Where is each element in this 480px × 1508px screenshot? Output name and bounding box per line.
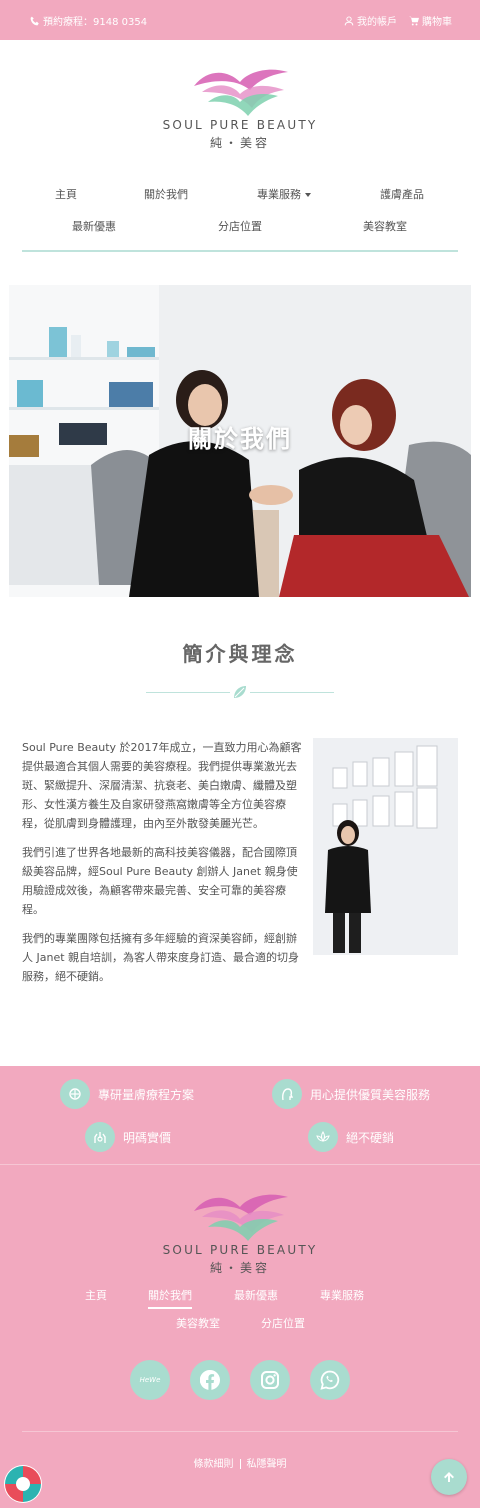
logo-text-en: SOUL PURE BEAUTY [162,118,318,132]
footer-nav-offers[interactable]: 最新優惠 [234,1287,278,1303]
feature-item: 用心提供優質美容服務 [272,1079,430,1109]
feature-label: 用心提供優質美容服務 [310,1087,431,1102]
footer-divider [22,1431,458,1432]
cart-label: 購物車 [422,17,452,28]
privacy-link[interactable]: 私隱聲明 [247,1459,287,1470]
nav-about[interactable]: 關於我們 [144,186,188,202]
instagram-icon [261,1371,279,1389]
chat-widget-icon[interactable] [3,1464,43,1504]
section-divider [146,686,334,698]
account-link[interactable]: 我的帳戶 [344,13,397,28]
feature-item: 明碼實價 [85,1122,171,1152]
feature-label: 絕不硬銷 [346,1130,395,1145]
feature-label: 明碼實價 [123,1130,172,1145]
arrow-up-icon [444,1472,454,1482]
whatsapp-icon [320,1370,340,1390]
logo-text-zh: 純・美容 [209,1261,270,1275]
face-care-icon [272,1079,302,1109]
feature-item: 專研量膚療程方案 [60,1079,194,1109]
leaf-icon [234,686,246,698]
logo-text-zh: 純・美容 [209,136,270,150]
features-band: 專研量膚療程方案 用心提供優質美容服務 明碼實價 絕不硬銷 [0,1066,480,1164]
booking-phone[interactable]: 預約療程：9148 0354 [30,13,147,28]
account-label: 我的帳戶 [357,17,397,28]
nav-home[interactable]: 主頁 [55,186,77,202]
user-icon [344,15,354,25]
logo-emblem-icon [194,1194,288,1241]
hero-title: 關於我們 [188,425,292,453]
hewe-icon: HeWe [139,1376,161,1384]
instagram-button[interactable] [250,1360,290,1400]
divider-line-right [250,692,334,693]
link-separator [239,1459,241,1469]
chevron-down-icon [305,193,311,197]
cart-icon [409,16,419,25]
nav-services-label: 專業服務 [257,188,301,201]
hewe-button[interactable]: HeWe [130,1360,170,1400]
site-footer: SOUL PURE BEAUTY 純・美容 主頁 關於我們 最新優惠 專業服務 … [0,1164,480,1508]
feature-label: 專研量膚療程方案 [98,1087,195,1102]
footer-legal-links: 條款細則 私隱聲明 [0,1455,480,1470]
main-nav: 主頁 關於我們 專業服務 護膚產品 最新優惠 分店位置 美容教室 [22,180,458,252]
phone-icon [30,16,39,25]
intro-paragraph: 我們的專業團隊包括擁有多年經驗的資深美容師，經創辦人 Janet 親自培訓，為客… [22,932,300,983]
footer-nav-locations[interactable]: 分店位置 [261,1315,305,1331]
feature-item: 絕不硬銷 [308,1122,394,1152]
divider-line-left [146,692,230,693]
footer-nav-classroom[interactable]: 美容教室 [176,1315,220,1331]
back-to-top-button[interactable] [431,1459,467,1495]
footer-logo[interactable]: SOUL PURE BEAUTY 純・美容 [0,1187,480,1276]
site-logo[interactable]: SOUL PURE BEAUTY 純・美容 [0,62,480,151]
founder-photo [313,738,458,955]
terms-link[interactable]: 條款細則 [194,1459,234,1470]
facebook-button[interactable] [190,1360,230,1400]
hero-banner: 關於我們 [9,285,471,597]
skin-analysis-icon [60,1079,90,1109]
facebook-icon [200,1370,220,1390]
nav-offers[interactable]: 最新優惠 [72,218,116,234]
cart-link[interactable]: 購物車 [409,13,452,28]
section-heading: 簡介與理念 [182,642,298,666]
intro-text: Soul Pure Beauty 於2017年成立，一直致力用心為顧客提供最適合… [22,738,302,996]
lotus-icon [308,1122,338,1152]
logo-text-en: SOUL PURE BEAUTY [162,1243,318,1257]
whatsapp-button[interactable] [310,1360,350,1400]
top-bar: 預約療程：9148 0354 我的帳戶 購物車 [0,0,480,40]
intro-paragraph: 我們引進了世界各地最新的高科技美容儀器，配合國際頂級美容品牌，經Soul Pur… [22,846,298,916]
footer-nav-about[interactable]: 關於我們 [148,1287,192,1309]
nav-services[interactable]: 專業服務 [257,186,311,202]
hands-icon [85,1122,115,1152]
booking-phone-label: 預約療程：9148 0354 [43,17,148,28]
intro-paragraph: Soul Pure Beauty 於2017年成立，一直致力用心為顧客提供最適合… [22,741,302,830]
footer-nav-services[interactable]: 專業服務 [320,1287,364,1303]
footer-nav-home[interactable]: 主頁 [85,1287,107,1303]
nav-products[interactable]: 護膚產品 [380,186,424,202]
nav-classroom[interactable]: 美容教室 [363,218,407,234]
nav-locations[interactable]: 分店位置 [218,218,262,234]
logo-emblem-icon [194,69,288,116]
